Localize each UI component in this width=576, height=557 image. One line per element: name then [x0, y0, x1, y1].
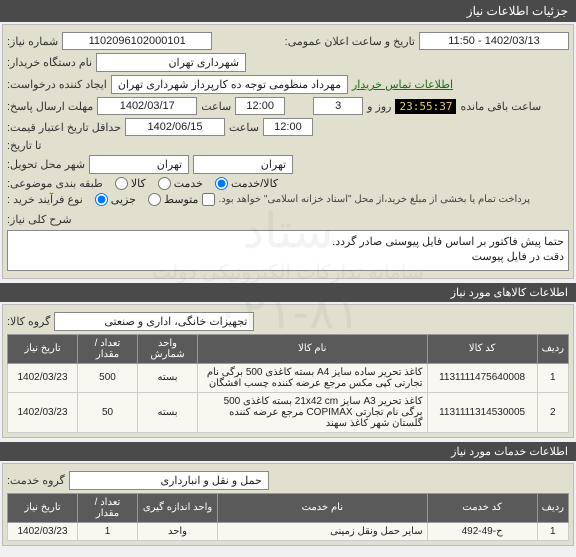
services-panel: گروه خدمت: حمل و نقل و انبارداری ردیف کد… — [2, 463, 574, 546]
org-name-field: شهرداری تهران — [96, 53, 246, 72]
requester-label: ایجاد کننده درخواست: — [7, 78, 107, 91]
svc-th-code: کد خدمت — [427, 493, 537, 522]
svc-th-date: تاریخ نیاز — [8, 493, 78, 522]
services-group-value: حمل و نقل و انبارداری — [69, 471, 269, 490]
send-deadline-time: 12:00 — [235, 97, 285, 115]
goods-table: ردیف کد کالا نام کالا واحد شمارش تعداد /… — [7, 334, 569, 433]
page-title: جزئیات اطلاعات نیاز — [467, 4, 568, 18]
category-label: طبقه بندی موضوعی: — [7, 177, 103, 190]
remain-days-label: روز و — [367, 100, 391, 113]
services-table: ردیف کد خدمت نام خدمت واحد اندازه گیری ت… — [7, 493, 569, 541]
goods-th-name: نام کالا — [198, 334, 428, 363]
goods-group-value: تجهیزات خانگی، اداری و صنعتی — [54, 312, 254, 331]
cat-service-input[interactable] — [158, 177, 171, 190]
delivery-city-label: شهر محل تحویل: — [7, 158, 85, 171]
desc-box: حتما پیش فاکتور بر اساس فایل پیوستی صادر… — [7, 230, 569, 271]
goods-section-header: اطلاعات کالاهای مورد نیاز — [0, 283, 576, 302]
services-section-header: اطلاعات خدمات مورد نیاز — [0, 442, 576, 461]
time-label-2: ساعت — [229, 121, 259, 134]
send-deadline-date: 1402/03/17 — [97, 97, 197, 115]
cat-goods-radio[interactable]: کالا — [115, 177, 146, 190]
table-row: 1 1131111475640008 کاغذ تحریر ساده سایز … — [8, 363, 569, 392]
goods-th-idx: ردیف — [537, 334, 568, 363]
services-group-label: گروه خدمت: — [7, 474, 65, 487]
countdown-timer: 23:55:37 — [395, 99, 456, 114]
goods-th-qty: تعداد / مقدار — [78, 334, 138, 363]
proc-partial-radio[interactable]: جزیی — [95, 193, 136, 206]
svc-th-unit: واحد اندازه گیری — [138, 493, 218, 522]
payment-note-checkbox[interactable] — [202, 193, 215, 206]
send-deadline-label: مهلت ارسال پاسخ: — [7, 100, 93, 113]
to-date-label: تا تاریخ: — [7, 139, 41, 152]
contact-info-link[interactable]: اطلاعات تماس خریدار — [352, 78, 453, 91]
goods-th-unit: واحد شمارش — [138, 334, 198, 363]
valid-min-date: 1402/06/15 — [125, 118, 225, 136]
cat-both-input[interactable] — [215, 177, 228, 190]
cat-goods-input[interactable] — [115, 177, 128, 190]
need-no-label: شماره نیاز: — [7, 35, 58, 48]
requester-field: مهرداد منظومی توجه ده کارپرداز شهرداری ت… — [111, 75, 348, 94]
remain-days: 3 — [313, 97, 363, 115]
delivery-city-2: تهران — [193, 155, 293, 174]
table-row: 2 1131111314530005 کاغذ تحریر A3 سایز 21… — [8, 392, 569, 432]
valid-min-label: حداقل تاریخ اعتبار قیمت: — [7, 121, 121, 134]
desc-line-2: دقت در فایل پیوست — [12, 250, 564, 265]
main-info-panel: شماره نیاز: 1102096102000101 تاریخ و ساع… — [2, 24, 574, 279]
goods-th-code: کد کالا — [427, 334, 537, 363]
need-no-field: 1102096102000101 — [62, 32, 212, 50]
cat-service-radio[interactable]: خدمت — [158, 177, 203, 190]
desc-label: شرح کلی نیاز: — [7, 209, 72, 226]
proc-medium-input[interactable] — [148, 193, 161, 206]
goods-panel: گروه کالا: تجهیزات خانگی، اداری و صنعتی … — [2, 304, 574, 438]
remain-suffix: ساعت باقی مانده — [460, 100, 541, 113]
svc-th-name: نام خدمت — [218, 493, 428, 522]
valid-min-time: 12:00 — [263, 118, 313, 136]
proc-medium-radio[interactable]: متوسط — [148, 193, 199, 206]
page-header: جزئیات اطلاعات نیاز — [0, 0, 576, 22]
svc-th-idx: ردیف — [537, 493, 568, 522]
goods-group-label: گروه کالا: — [7, 315, 50, 328]
payment-note-check[interactable]: پرداخت تمام یا بخشی از مبلغ خرید،از محل … — [202, 193, 530, 206]
cat-both-radio[interactable]: کالا/خدمت — [215, 177, 278, 190]
delivery-city-1: تهران — [89, 155, 189, 174]
goods-th-date: تاریخ نیاز — [8, 334, 78, 363]
process-label: نوع فرآیند خرید : — [7, 193, 83, 206]
announce-dt-field: 1402/03/13 - 11:50 — [419, 32, 569, 50]
org-name-label: نام دستگاه خریدار: — [7, 56, 92, 69]
table-row: 1 ح-49-492 سایر حمل ونقل زمینی واحد 1 14… — [8, 522, 569, 540]
announce-dt-label: تاریخ و ساعت اعلان عمومی: — [285, 35, 415, 48]
time-label-1: ساعت — [201, 100, 231, 113]
desc-line-1: حتما پیش فاکتور بر اساس فایل پیوستی صادر… — [12, 235, 564, 250]
proc-partial-input[interactable] — [95, 193, 108, 206]
svc-th-qty: تعداد / مقدار — [78, 493, 138, 522]
